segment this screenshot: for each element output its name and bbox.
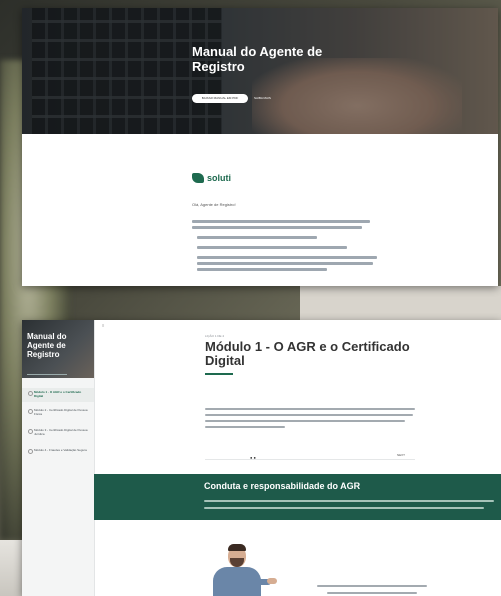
circle-icon: [28, 449, 33, 454]
lesson-counter: LIÇÃO 1 DE 4: [205, 334, 225, 338]
section-banner: Conduta e responsabilidade do AGR: [94, 474, 501, 520]
banner-text-line: [204, 507, 484, 509]
section-title: Conduta e responsabilidade do AGR: [204, 481, 361, 491]
menu-icon[interactable]: ≡: [102, 323, 106, 328]
presenter-illustration: [209, 544, 277, 596]
bullet-line: [197, 262, 373, 265]
next-button[interactable]: NEXT: [397, 453, 405, 457]
hero-title: Manual do Agente de Registro: [192, 44, 323, 74]
bullet-line: [197, 256, 377, 259]
module-title: Módulo 1 - O AGR e o Certificado Digital: [205, 339, 410, 368]
title-underline: [205, 373, 233, 375]
banner-text-line: [204, 500, 494, 502]
divider: [205, 459, 415, 460]
text-line: [327, 592, 417, 594]
manual-cover-card: Manual do Agente de Registro BAIXAR MANU…: [22, 8, 498, 286]
progress-bar: [27, 374, 67, 375]
text-line: [205, 426, 285, 428]
text-line: [192, 220, 370, 223]
text-line: [317, 585, 427, 587]
download-pdf-button[interactable]: BAIXAR MANUAL EM PDF: [192, 94, 248, 103]
learn-more-link[interactable]: SAIBA MAIS: [254, 94, 284, 103]
circle-icon: [28, 429, 33, 434]
text-line: [205, 420, 405, 422]
course-sidebar: Manual do Agente de Registro Módulo 1 - …: [22, 320, 95, 596]
check-icon: [28, 391, 33, 396]
background-table: [300, 286, 501, 320]
greeting-text: Olá, Agente de Registro!: [192, 202, 236, 207]
soluti-logo: soluti: [192, 172, 231, 184]
sidebar-item-module-4[interactable]: Módulo 4 - Fraudes e Validação Segura: [34, 448, 90, 452]
text-line: [205, 408, 415, 410]
text-line: [192, 226, 362, 229]
sidebar-item-module-2[interactable]: Módulo 2 - Certificado Digital de Pessoa…: [34, 408, 90, 416]
text-line: [205, 414, 413, 416]
sidebar-hero: Manual do Agente de Registro: [22, 320, 94, 378]
brand-name: soluti: [207, 173, 231, 183]
bullet-line: [197, 246, 347, 249]
bullet-line: [197, 236, 317, 239]
circle-icon: [28, 409, 33, 414]
soluti-logo-icon: [192, 173, 204, 183]
bullet-line: [197, 268, 327, 271]
module-page-card: Manual do Agente de Registro Módulo 1 - …: [22, 320, 501, 596]
sidebar-item-module-3[interactable]: Módulo 3 - Certificado Digital de Pessoa…: [34, 428, 90, 436]
sidebar-item-module-1[interactable]: Módulo 1 - O AGR e o Certificado Digital: [34, 390, 90, 398]
hero-banner: Manual do Agente de Registro BAIXAR MANU…: [22, 8, 498, 134]
sidebar-title: Manual do Agente de Registro: [27, 332, 67, 359]
